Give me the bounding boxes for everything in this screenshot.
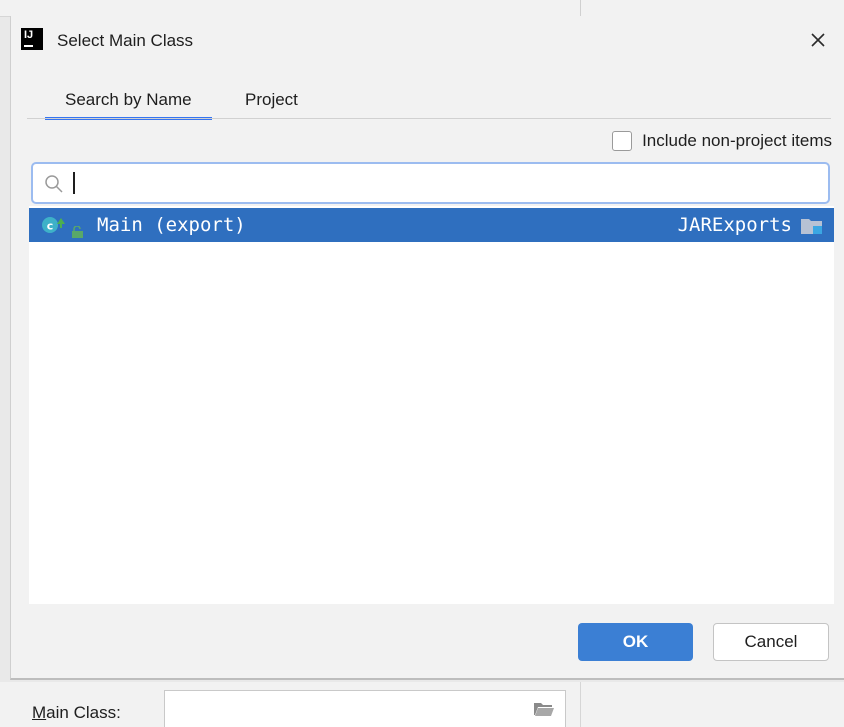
result-class-name: Main (export)	[97, 214, 246, 236]
tab-search-by-name[interactable]: Search by Name	[45, 86, 212, 120]
include-non-project-label: Include non-project items	[642, 131, 832, 150]
intellij-logo-icon: IJ	[21, 28, 43, 50]
close-icon	[811, 33, 825, 47]
close-button[interactable]	[806, 28, 830, 52]
tab-project[interactable]: Project	[225, 86, 318, 120]
background-divider	[580, 682, 581, 727]
results-list[interactable]: c Main (export) JARExports	[29, 206, 834, 604]
main-class-field[interactable]	[164, 690, 566, 727]
select-main-class-dialog: IJ Select Main Class Search by Name Proj…	[10, 16, 844, 680]
module-folder-icon	[800, 217, 824, 240]
search-input[interactable]	[71, 170, 815, 198]
lock-icon	[71, 221, 85, 243]
main-class-mnemonic: M	[32, 703, 47, 722]
dialog-title: Select Main Class	[57, 31, 194, 50]
main-class-label-text: ain Class:	[46, 703, 121, 722]
list-item[interactable]: c Main (export) JARExports	[29, 208, 834, 242]
include-non-project-checkbox[interactable]	[612, 131, 633, 151]
cancel-button[interactable]: Cancel	[713, 623, 829, 661]
tab-separator	[27, 118, 831, 119]
result-module-name: JARExports	[677, 214, 792, 236]
main-class-label: Main Class:	[32, 703, 121, 723]
background-divider	[580, 0, 581, 16]
ok-button[interactable]: OK	[578, 623, 693, 661]
folder-open-icon[interactable]	[533, 701, 555, 722]
include-non-project-checkbox-row[interactable]: Include non-project items	[612, 129, 832, 153]
background-ide-top	[0, 0, 844, 17]
text-caret	[73, 172, 75, 194]
search-box[interactable]	[31, 162, 830, 204]
search-icon	[44, 174, 64, 199]
dialog-titlebar: IJ Select Main Class	[11, 16, 844, 66]
class-icon: c	[41, 215, 67, 240]
svg-text:c: c	[47, 220, 54, 233]
